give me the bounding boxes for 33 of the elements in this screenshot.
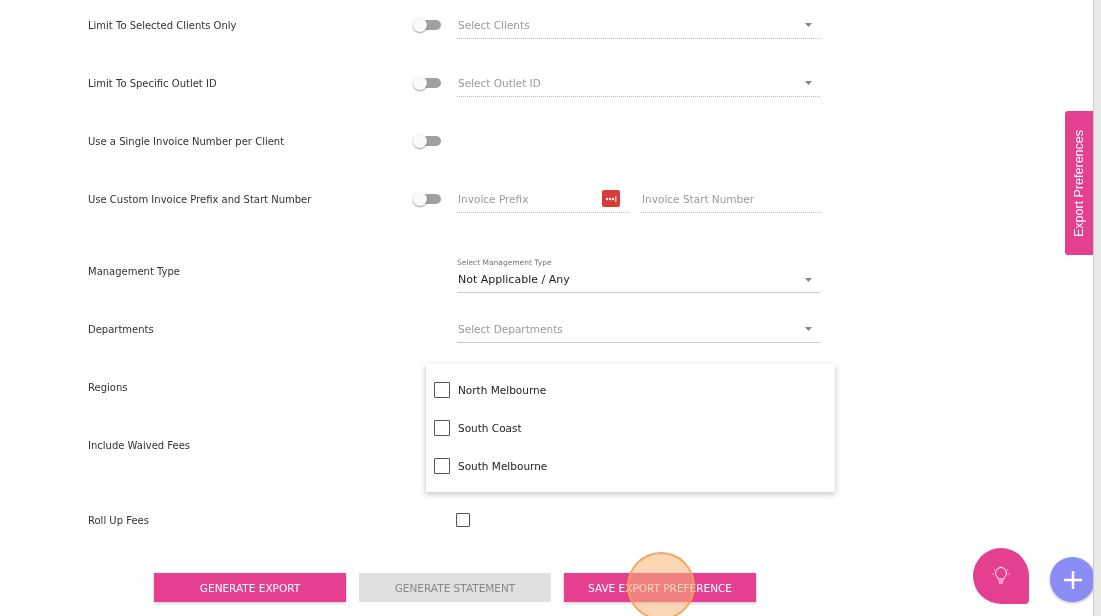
dropdown-option[interactable]: South Melbourne (426, 447, 835, 485)
select-field[interactable]: Select Clients (457, 11, 820, 39)
plus-icon (1062, 569, 1083, 590)
toggle-switch[interactable] (413, 18, 441, 32)
setting-label: Limit To Selected Clients Only (88, 19, 238, 31)
dropdown-option[interactable]: North Melbourne (426, 371, 835, 409)
add-button[interactable] (1050, 557, 1095, 602)
input-field[interactable]: Invoice Start Number (641, 185, 820, 213)
caret-icon (805, 278, 812, 282)
action-button[interactable]: GENERATE EXPORT (154, 573, 346, 602)
checkbox[interactable] (456, 513, 470, 527)
setting-label: Management Type (88, 265, 182, 277)
caret-icon (805, 326, 812, 331)
toggle-switch[interactable] (413, 134, 441, 148)
caret-icon (805, 22, 812, 27)
setting-label: Include Waived Fees (88, 439, 192, 451)
side-tab[interactable]: Export Preferences (1065, 111, 1093, 255)
toggle-switch[interactable] (413, 192, 441, 206)
lightbulb-icon (991, 566, 1011, 586)
setting-label: Use Custom Invoice Prefix and Start Number (88, 193, 313, 205)
select-field[interactable]: Select Outlet ID (457, 69, 820, 97)
setting-label: Roll Up Fees (88, 514, 150, 526)
select-field[interactable]: Select Departments (457, 315, 820, 343)
dropdown-option[interactable]: South Coast (426, 409, 835, 447)
tips-button[interactable] (973, 548, 1029, 604)
scrollbar[interactable] (1093, 0, 1101, 616)
input-field[interactable]: Invoice Prefix (457, 185, 628, 213)
toggle-switch[interactable] (413, 76, 441, 90)
setting-label: Departments (88, 323, 155, 335)
setting-label: Use a Single Invoice Number per Client (88, 135, 286, 147)
setting-label: Regions (88, 381, 129, 393)
setting-label: Limit To Specific Outlet ID (88, 77, 218, 89)
caret-icon (805, 80, 812, 85)
